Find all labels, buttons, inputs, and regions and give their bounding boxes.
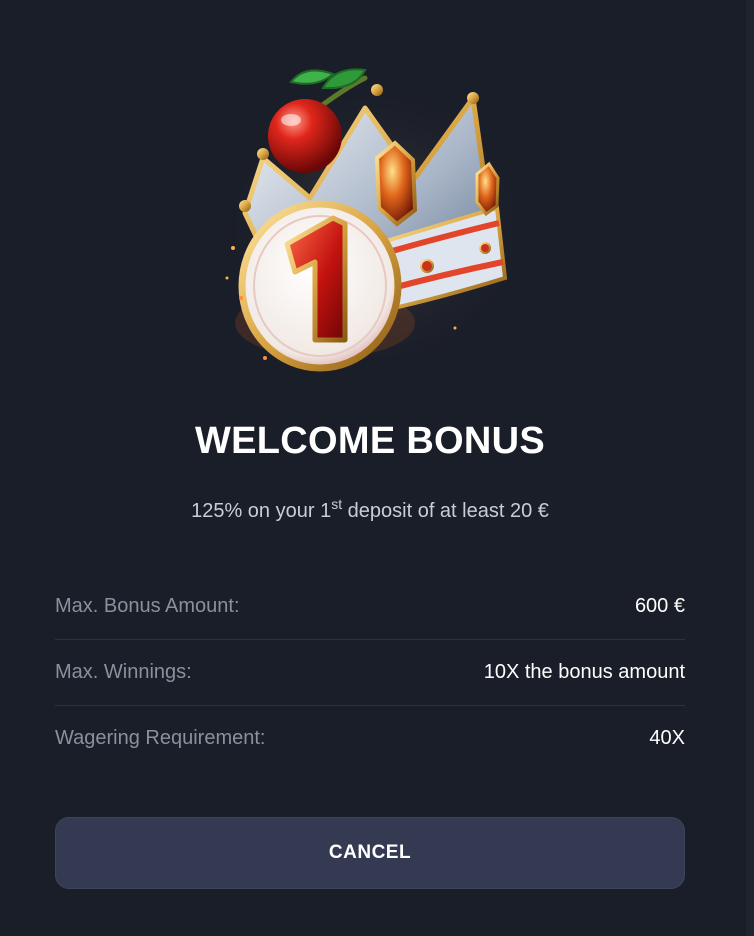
bonus-details-list: Max. Bonus Amount: 600 € Max. Winnings: … — [55, 574, 685, 771]
detail-value: 40X — [649, 727, 685, 749]
detail-row-wagering: Wagering Requirement: 40X — [55, 706, 685, 771]
detail-value: 600 € — [634, 595, 685, 617]
bonus-description-prefix: 125% on your 1 — [191, 500, 332, 522]
bonus-description-suffix: deposit of at least 20 € — [342, 500, 549, 522]
welcome-bonus-modal: WELCOME BONUS 125% on your 1st deposit o… — [0, 0, 754, 936]
page-title: WELCOME BONUS — [194, 420, 546, 462]
ordinal-suffix: st — [331, 496, 343, 512]
crown-cherry-illustration-icon — [205, 48, 545, 388]
bonus-description: 125% on your 1st deposit of at least 20 … — [0, 497, 740, 523]
cancel-button[interactable]: CANCEL — [55, 817, 685, 889]
detail-row-max-bonus: Max. Bonus Amount: 600 € — [55, 574, 685, 640]
detail-label: Max. Bonus Amount: — [55, 595, 240, 617]
detail-label: Max. Winnings: — [55, 661, 192, 683]
detail-row-max-winnings: Max. Winnings: 10X the bonus amount — [55, 640, 685, 706]
detail-value: 10X the bonus amount — [483, 661, 685, 683]
detail-label: Wagering Requirement: — [55, 727, 266, 749]
